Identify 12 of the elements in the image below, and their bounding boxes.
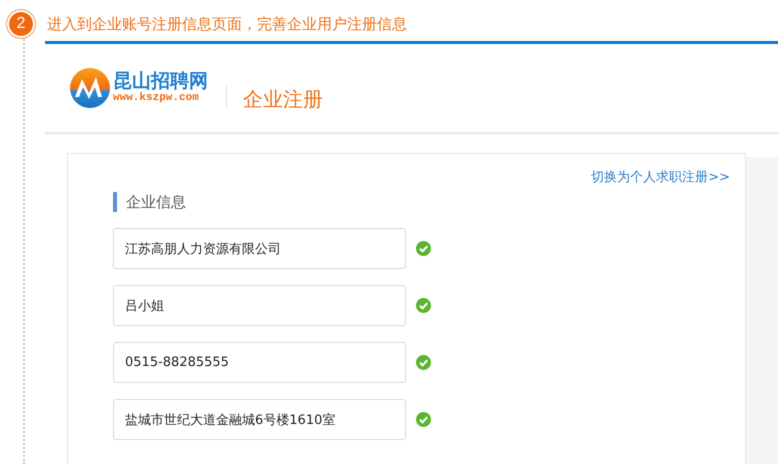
input-field[interactable]: 盐城市世纪大道金融城6号楼1610室	[113, 399, 406, 440]
input-field[interactable]: 江苏高朋人力资源有限公司	[113, 228, 406, 269]
step-number-badge: 2	[9, 12, 33, 36]
switch-registration-link[interactable]: 切换为个人求职注册>>	[591, 168, 730, 186]
logo-name: 昆山招聘网	[113, 72, 208, 91]
step-title: 进入到企业账号注册信息页面，完善企业用户注册信息	[47, 14, 407, 34]
input-field[interactable]: 吕小姐	[113, 285, 406, 326]
logo-icon	[69, 67, 111, 109]
page-title: 企业注册	[243, 86, 323, 112]
section-title: 企业信息	[113, 192, 730, 212]
logo-url: www.kszpw.com	[113, 93, 200, 104]
input-field[interactable]: 0515-88285555	[113, 342, 406, 383]
